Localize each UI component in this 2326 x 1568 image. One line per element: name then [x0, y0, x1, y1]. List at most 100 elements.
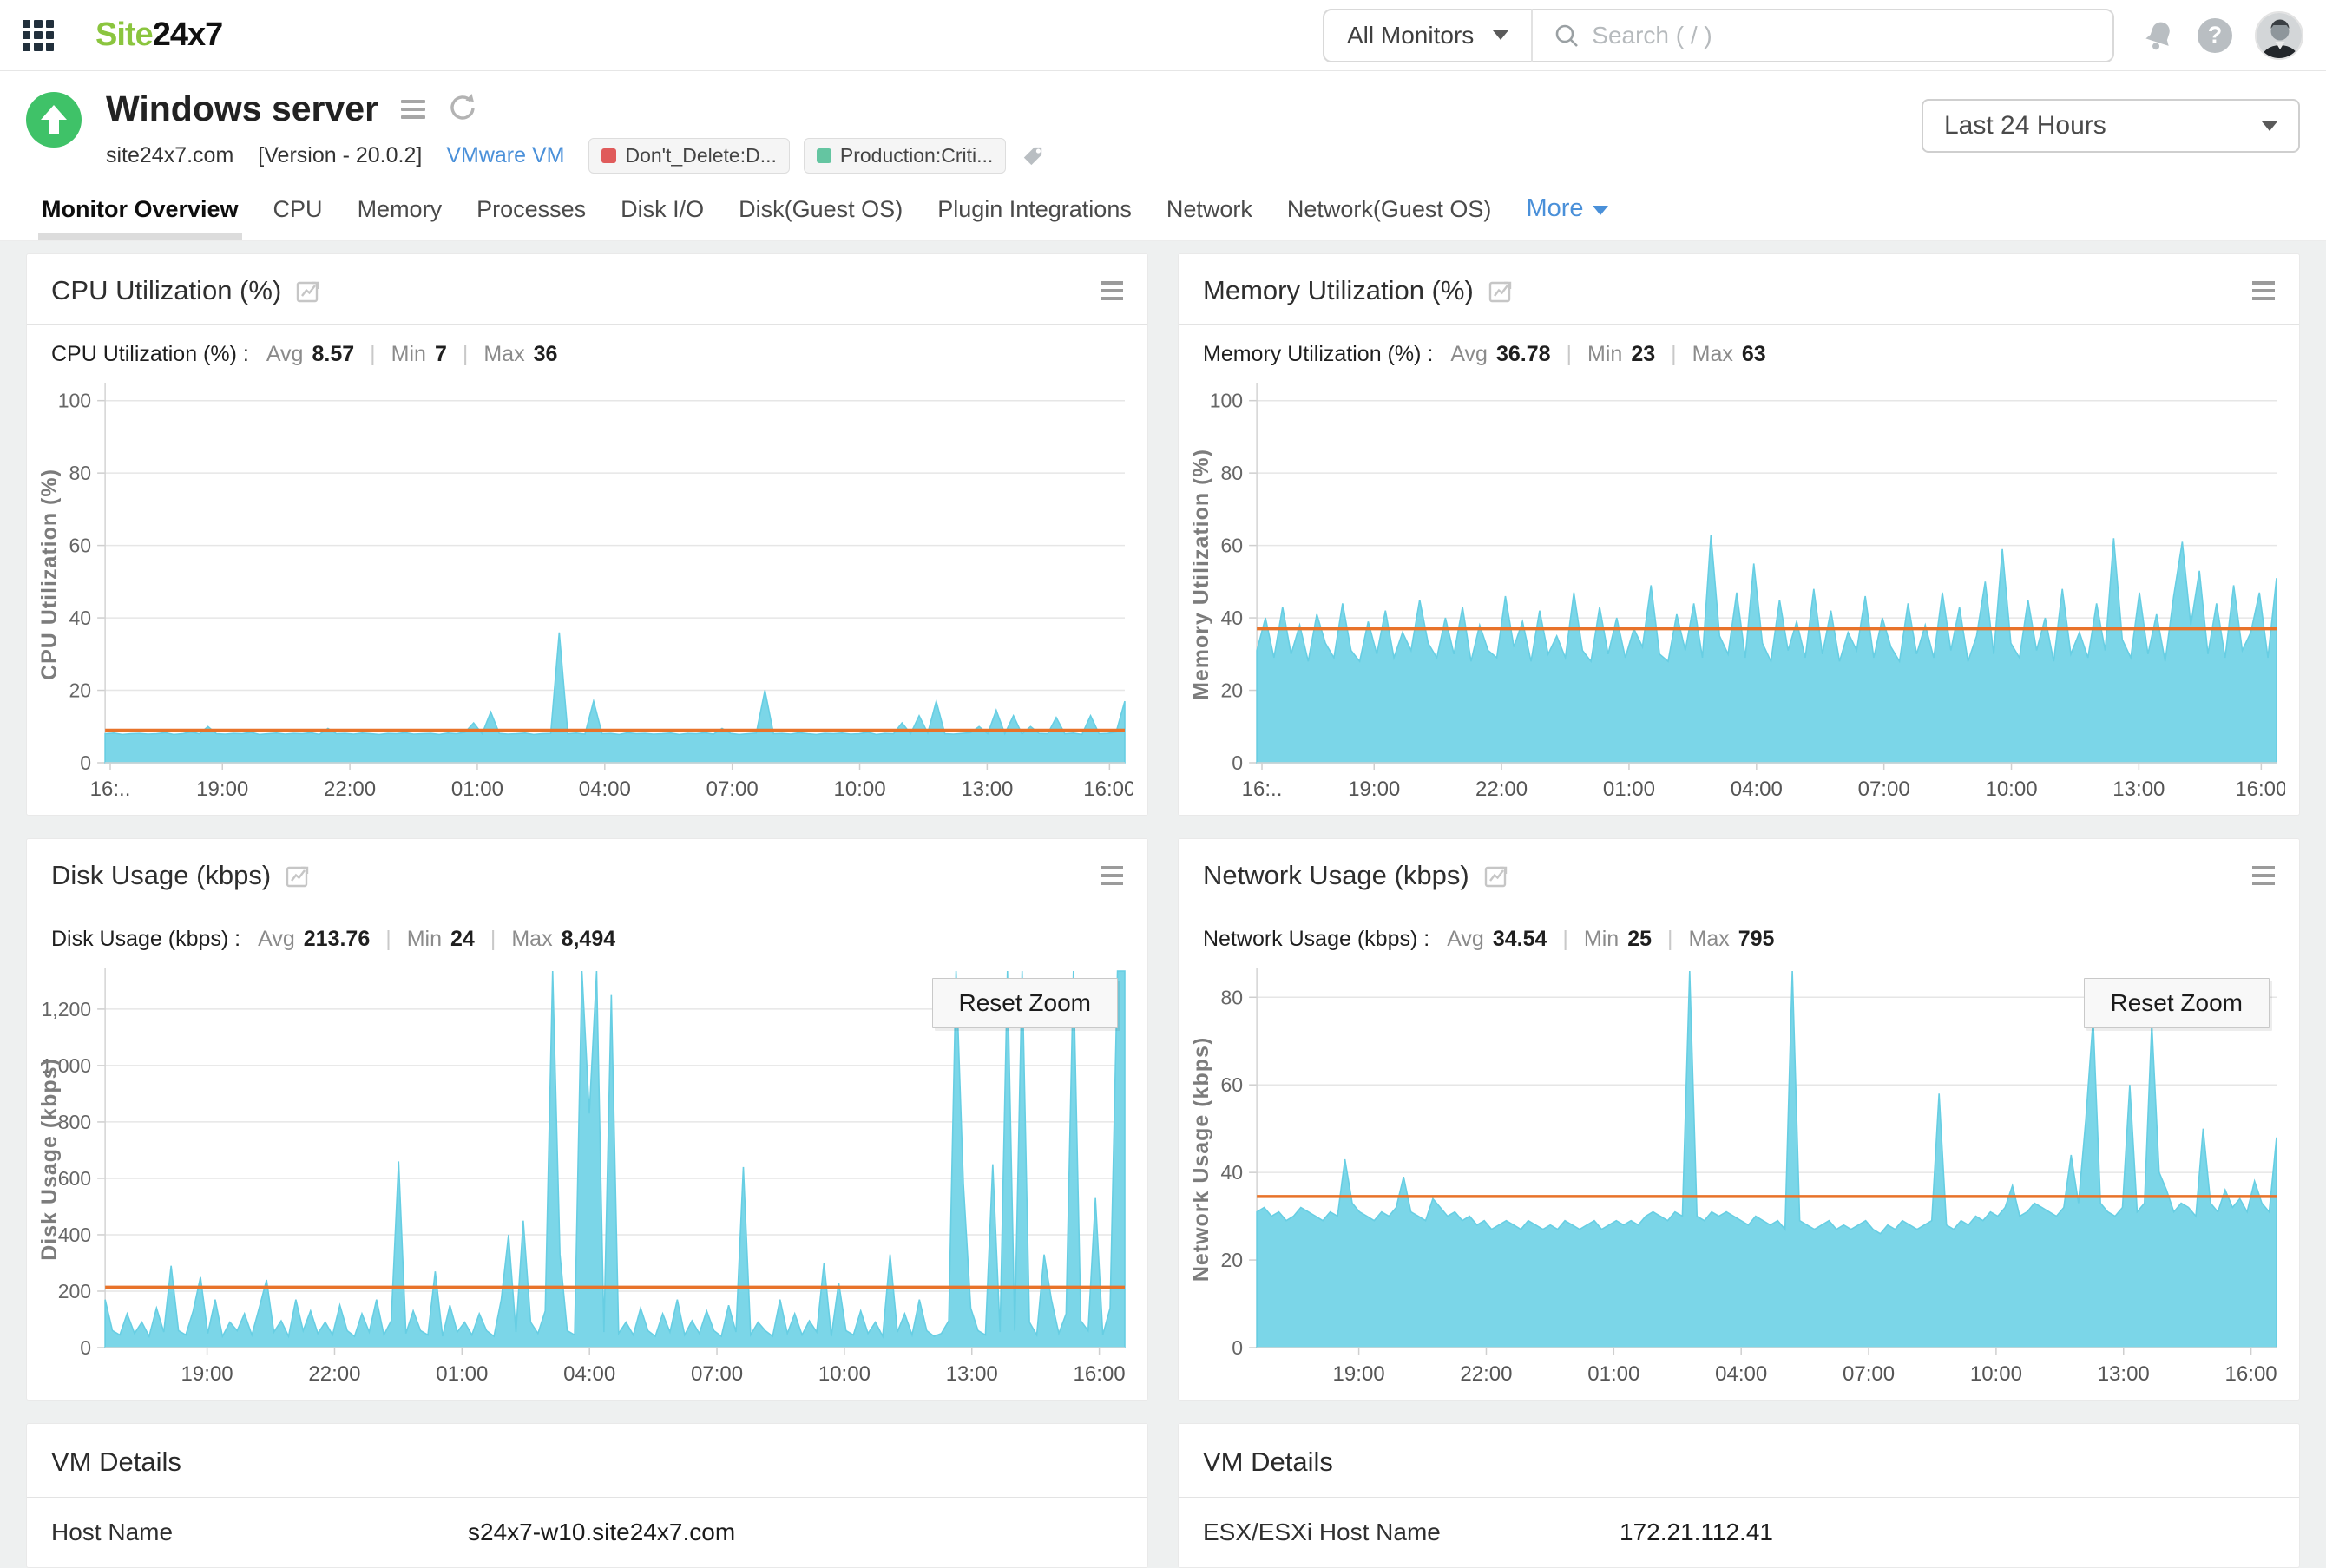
svg-text:04:00: 04:00 [1731, 777, 1783, 801]
tab-disk-io[interactable]: Disk I/O [621, 196, 704, 240]
network-min-value: 25 [1627, 927, 1653, 951]
tab-plugin-integrations[interactable]: Plugin Integrations [937, 196, 1132, 240]
chevron-down-icon [2262, 121, 2277, 131]
memory-utilization-chart[interactable]: 0 20 40 60 80 100 16:.. 19:00 22:00 01:00 04:00 07:… [1179, 371, 2299, 815]
disk-max-value: 8,494 [561, 927, 616, 951]
svg-text:200: 200 [58, 1280, 91, 1302]
user-avatar[interactable] [2255, 10, 2303, 60]
memory-stats-row: Memory Utilization (%) : Avg36.78 Min23 … [1179, 325, 2299, 371]
svg-text:16:00: 16:00 [1074, 1362, 1126, 1386]
svg-text:01:00: 01:00 [1587, 1362, 1639, 1386]
tab-processes[interactable]: Processes [476, 196, 586, 240]
vm-detail-value: s24x7-w10.site24x7.com [468, 1519, 736, 1545]
tab-disk-guest-os[interactable]: Disk(Guest OS) [739, 196, 903, 240]
refresh-icon[interactable] [446, 91, 477, 127]
panel-title: CPU Utilization (%) [51, 275, 282, 305]
svg-text:0: 0 [1232, 751, 1243, 774]
notifications-bell-icon[interactable] [2144, 19, 2175, 52]
tag-color-swatch [601, 148, 617, 163]
vm-detail-value: 172.21.112.41 [1620, 1519, 1773, 1545]
reset-zoom-button[interactable]: Reset Zoom [2083, 978, 2270, 1028]
svg-text:40: 40 [69, 607, 91, 629]
tag-label: Production:Criti... [839, 144, 994, 167]
chevron-down-icon [1493, 30, 1509, 40]
svg-text:60: 60 [1220, 1073, 1243, 1096]
svg-text:07:00: 07:00 [691, 1362, 743, 1386]
cpu-avg-value: 8.57 [312, 342, 355, 366]
svg-text:04:00: 04:00 [1715, 1362, 1767, 1386]
apps-grid-icon[interactable] [23, 19, 54, 51]
svg-text:600: 600 [58, 1167, 91, 1190]
network-stats-row: Network Usage (kbps) : Avg34.54 Min25 Ma… [1179, 909, 2299, 955]
vm-details-card: VM Details Host Name s24x7-w10.site24x7.… [26, 1423, 1148, 1568]
svg-text:CPU Utilization (%): CPU Utilization (%) [37, 469, 62, 680]
tab-cpu[interactable]: CPU [273, 196, 323, 240]
svg-text:16:..: 16:.. [90, 777, 131, 801]
svg-text:16:00: 16:00 [2235, 777, 2285, 801]
panel-menu-icon[interactable] [2252, 281, 2275, 300]
svg-text:20: 20 [1220, 1249, 1243, 1271]
panel-title: Disk Usage (kbps) [51, 860, 272, 890]
svg-text:10:00: 10:00 [1970, 1362, 2022, 1386]
svg-text:800: 800 [58, 1111, 91, 1133]
svg-text:07:00: 07:00 [1843, 1362, 1895, 1386]
tag-label: Don't_Delete:D... [625, 144, 777, 167]
tab-network-guest-os[interactable]: Network(Guest OS) [1287, 196, 1492, 240]
svg-text:40: 40 [1220, 607, 1243, 629]
tab-monitor-overview[interactable]: Monitor Overview [38, 196, 242, 240]
search-input[interactable] [1592, 21, 2092, 49]
monitor-scope-select[interactable]: All Monitors [1324, 10, 1531, 61]
svg-text:22:00: 22:00 [324, 777, 376, 801]
svg-text:01:00: 01:00 [1603, 777, 1655, 801]
svg-text:10:00: 10:00 [818, 1362, 871, 1386]
panel-menu-icon[interactable] [1101, 866, 1123, 885]
monitor-menu-icon[interactable] [401, 99, 426, 119]
tab-more[interactable]: More [1526, 194, 1608, 240]
svg-text:19:00: 19:00 [196, 777, 248, 801]
svg-text:10:00: 10:00 [1985, 777, 2037, 801]
cpu-utilization-panel: CPU Utilization (%) CPU Utilization (%) … [26, 253, 1148, 816]
vm-details-row: Host Name s24x7-w10.site24x7.com [27, 1498, 1147, 1567]
monitor-scope-label: All Monitors [1347, 21, 1475, 49]
cpu-stats-row: CPU Utilization (%) : Avg8.57 Min7 Max36 [27, 325, 1147, 371]
disk-avg-value: 213.76 [303, 927, 371, 951]
network-usage-chart[interactable]: 0 20 40 60 80 19:00 22:00 01:00 04:00 07:00 10:00 1… [1179, 955, 2299, 1400]
memory-avg-value: 36.78 [1495, 342, 1551, 366]
panel-menu-icon[interactable] [2252, 866, 2275, 885]
svg-text:Network Usage (kbps): Network Usage (kbps) [1189, 1037, 1213, 1282]
expand-chart-icon[interactable] [295, 278, 321, 304]
expand-chart-icon[interactable] [1488, 278, 1514, 304]
help-icon[interactable]: ? [2198, 17, 2232, 53]
panel-title: Network Usage (kbps) [1203, 860, 1469, 890]
svg-text:0: 0 [80, 751, 91, 774]
svg-text:20: 20 [69, 679, 91, 702]
svg-text:22:00: 22:00 [1460, 1362, 1512, 1386]
time-range-select[interactable]: Last 24 Hours [1922, 99, 2300, 153]
tag-chip[interactable]: Don't_Delete:D... [588, 138, 790, 174]
cpu-min-value: 7 [434, 342, 447, 366]
svg-text:60: 60 [1220, 535, 1243, 557]
disk-usage-chart[interactable]: 0 200 400 600 800 1,000 1,200 19:00 22:00 01:00 04… [27, 955, 1147, 1400]
tags-icon[interactable] [1020, 143, 1046, 169]
tag-chip[interactable]: Production:Criti... [803, 138, 1007, 174]
svg-text:100: 100 [1210, 390, 1243, 412]
vm-details-title: VM Details [1203, 1447, 1333, 1477]
expand-chart-icon[interactable] [1483, 863, 1509, 889]
svg-text:80: 80 [69, 462, 91, 484]
svg-text:04:00: 04:00 [563, 1362, 615, 1386]
vm-details-title: VM Details [51, 1447, 181, 1477]
tab-memory[interactable]: Memory [358, 196, 443, 240]
cpu-utilization-chart[interactable]: 0 20 40 60 80 100 16:.. 19:00 22:00 01:00 04:00 07:… [27, 371, 1147, 815]
monitor-tabs: Monitor Overview CPU Memory Processes Di… [0, 174, 2326, 241]
svg-text:22:00: 22:00 [1475, 777, 1528, 801]
reset-zoom-button[interactable]: Reset Zoom [931, 978, 1118, 1028]
svg-text:80: 80 [1220, 462, 1243, 484]
cpu-max-value: 36 [533, 342, 558, 366]
svg-text:16:..: 16:.. [1242, 777, 1283, 801]
svg-text:13:00: 13:00 [961, 777, 1013, 801]
expand-chart-icon[interactable] [285, 863, 311, 889]
panel-menu-icon[interactable] [1101, 281, 1123, 300]
vm-type-link[interactable]: VMware VM [446, 143, 564, 168]
tab-network[interactable]: Network [1166, 196, 1252, 240]
svg-text:10:00: 10:00 [833, 777, 885, 801]
